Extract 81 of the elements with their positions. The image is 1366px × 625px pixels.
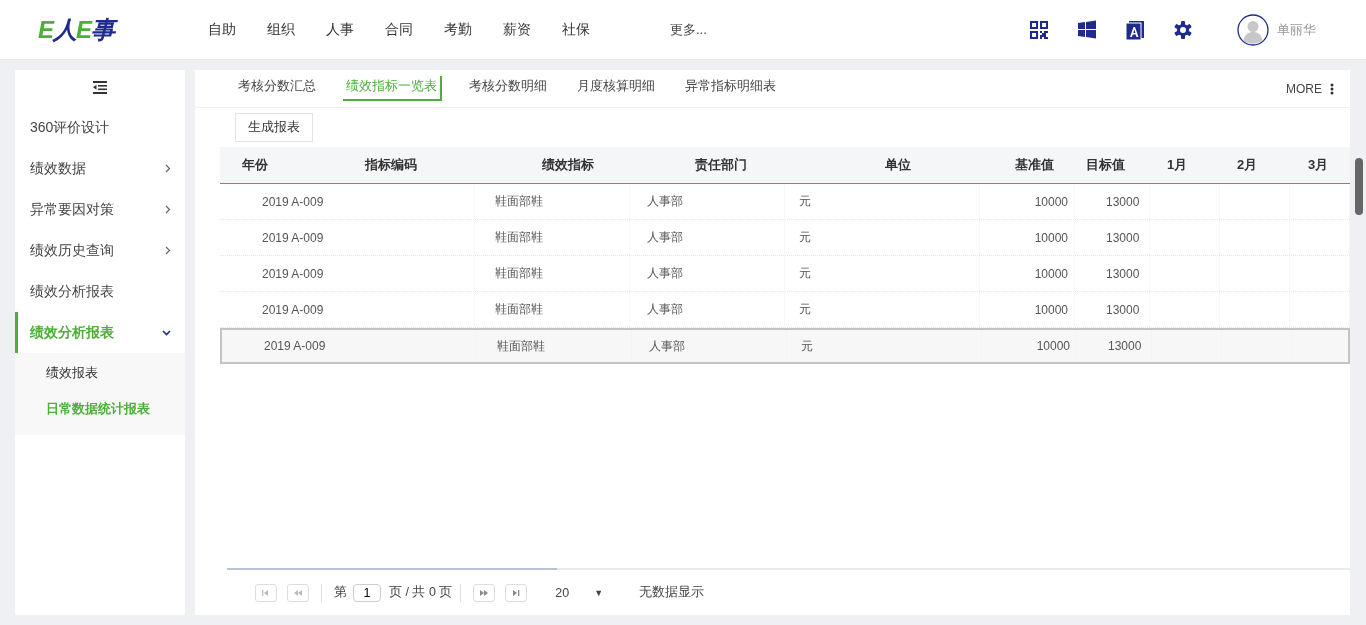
table-cell: 2019 A-009	[262, 230, 324, 245]
table-cell: 2019 A-009	[262, 266, 324, 281]
table-row[interactable]: 2019 A-009 鞋面部鞋 人事部 元 10000 13000	[220, 328, 1350, 364]
sidebar-item[interactable]: 绩效数据	[15, 148, 185, 189]
page-label: 第	[334, 584, 347, 601]
table-cell: 10000	[1034, 266, 1068, 281]
collapse-menu-icon[interactable]	[93, 81, 107, 94]
page-total-label: 页 / 共 0 页	[389, 584, 453, 601]
table-row[interactable]: 2019 A-009 鞋面部鞋 人事部 元 10000 13000	[220, 256, 1350, 292]
nav-link[interactable]: 人事	[326, 20, 354, 39]
page-size-select[interactable]: 20 ▼	[555, 585, 604, 600]
pager-status: 无数据显示	[639, 584, 705, 601]
nav-link[interactable]: 社保	[562, 20, 590, 39]
column-header[interactable]: 指标编码	[340, 156, 475, 174]
next-page-icon[interactable]	[479, 588, 490, 597]
table-cell: 10000	[1034, 230, 1068, 245]
table-cell: 元	[799, 301, 811, 318]
page-input[interactable]: 1	[353, 583, 381, 602]
table-cell: 10000	[1036, 339, 1070, 353]
table-cell: 元	[801, 337, 813, 355]
more-menu[interactable]: MORE	[1286, 81, 1334, 96]
nav-link[interactable]: 更多...	[670, 20, 707, 39]
tab[interactable]: 考核分数明细	[466, 76, 550, 101]
table-cell: 元	[799, 229, 811, 246]
column-header[interactable]: 责任部门	[630, 156, 785, 174]
logo: E人E事	[38, 13, 138, 46]
sidebar-item[interactable]: 绩效分析报表	[15, 271, 185, 312]
column-header[interactable]: 单位	[785, 156, 980, 174]
letter-a-icon[interactable]	[1125, 19, 1145, 40]
column-header[interactable]: 年份	[220, 156, 340, 174]
table-cell: 人事部	[649, 337, 685, 355]
table-cell: 2019 A-009	[264, 339, 326, 353]
nav-link[interactable]: 自助	[208, 20, 236, 39]
table-cell: 人事部	[647, 229, 683, 246]
generate-report-button[interactable]: 生成报表	[235, 113, 313, 142]
kebab-icon	[1330, 82, 1334, 95]
table-cell: 2019 A-009	[262, 194, 324, 209]
column-header[interactable]: 绩效指标	[475, 156, 630, 174]
table-cell: 鞋面部鞋	[497, 337, 545, 355]
table-cell: 13000	[1106, 302, 1140, 317]
last-page-icon[interactable]	[511, 588, 522, 597]
nav-link[interactable]: 组织	[267, 20, 295, 39]
table-cell: 鞋面部鞋	[495, 193, 543, 210]
table-cell: 13000	[1108, 339, 1142, 353]
sidebar-item[interactable]: 360评价设计	[15, 107, 185, 148]
horizontal-scrollbar[interactable]	[227, 568, 1350, 570]
sidebar-item[interactable]: 异常要因对策	[15, 189, 185, 230]
table-row[interactable]: 2019 A-009 鞋面部鞋 人事部 元 10000 13000	[220, 220, 1350, 256]
column-header[interactable]: 1月	[1150, 156, 1220, 174]
nav-link[interactable]: 考勤	[444, 20, 472, 39]
table-cell: 鞋面部鞋	[495, 265, 543, 282]
table-cell: 鞋面部鞋	[495, 229, 543, 246]
table-cell: 10000	[1034, 302, 1068, 317]
table-cell: 13000	[1106, 194, 1140, 209]
tab[interactable]: 异常指标明细表	[682, 76, 779, 101]
vertical-scrollbar[interactable]	[1355, 158, 1363, 215]
tab[interactable]: 考核分数汇总	[235, 76, 319, 101]
table-cell: 人事部	[647, 193, 683, 210]
sidebar-item[interactable]: 绩效历史查询	[15, 230, 185, 271]
qr-code-icon[interactable]	[1029, 19, 1049, 40]
table-cell: 元	[799, 193, 811, 210]
column-header[interactable]: 目标值	[1075, 156, 1150, 174]
table-cell: 元	[799, 265, 811, 282]
nav-link[interactable]: 薪资	[503, 20, 531, 39]
table-cell: 10000	[1034, 194, 1068, 209]
table-cell: 13000	[1106, 266, 1140, 281]
column-header[interactable]: 3月	[1290, 156, 1350, 174]
avatar-icon[interactable]	[1237, 13, 1269, 46]
submenu-item[interactable]: 绩效报表	[15, 355, 185, 391]
windows-icon[interactable]	[1077, 19, 1097, 40]
table-row[interactable]: 2019 A-009 鞋面部鞋 人事部 元 10000 13000	[220, 184, 1350, 220]
table-cell: 人事部	[647, 301, 683, 318]
tab[interactable]: 月度核算明细	[574, 76, 658, 101]
table-cell: 人事部	[647, 265, 683, 282]
column-header[interactable]: 基准值	[980, 156, 1075, 174]
settings-icon[interactable]	[1173, 19, 1193, 40]
table-cell: 13000	[1106, 230, 1140, 245]
column-header[interactable]: 2月	[1220, 156, 1290, 174]
table-cell: 鞋面部鞋	[495, 301, 543, 318]
nav-link[interactable]: 合同	[385, 20, 413, 39]
table-cell: 2019 A-009	[262, 302, 324, 317]
